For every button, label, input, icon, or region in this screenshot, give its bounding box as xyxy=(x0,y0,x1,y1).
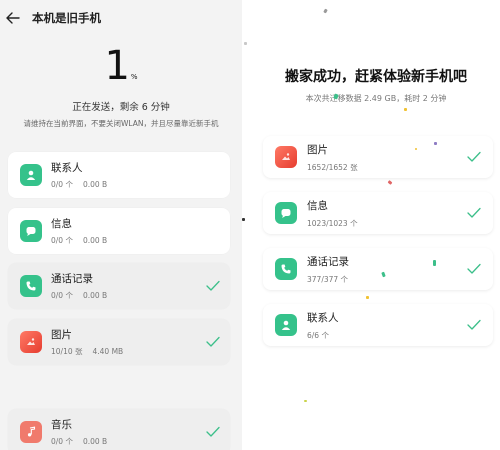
old-phone-panel: 本机是旧手机 1% 正在发送，剩余 6 分钟 请维持在当前界面，不要关闭WLAN… xyxy=(0,0,242,450)
item-meta: 10/10 张 4.40 MB xyxy=(51,347,124,356)
header: 本机是旧手机 xyxy=(6,9,101,27)
back-arrow-icon[interactable] xyxy=(6,10,22,26)
item-count: 377/377 个 xyxy=(307,275,349,284)
progress-percent: 1% xyxy=(0,40,242,92)
page-title: 本机是旧手机 xyxy=(32,11,101,25)
list-item-call-log: 通话记录 0/0 个 0.00 B xyxy=(8,263,230,309)
item-title: 音乐 xyxy=(51,419,72,431)
item-title: 通话记录 xyxy=(307,256,349,268)
item-title: 图片 xyxy=(51,329,72,341)
message-icon xyxy=(275,202,297,224)
new-phone-panel: 搬家成功，赶紧体验新手机吧 本次共迁移数据 2.49 GB，耗时 2 分钟 图片… xyxy=(242,0,500,450)
check-icon xyxy=(467,263,481,274)
percent-sign: % xyxy=(130,73,138,81)
result-item-photos: 图片 1652/1652 张 xyxy=(263,136,493,178)
sending-hint: 请维持在当前界面，不要关闭WLAN，并且尽量靠近新手机 xyxy=(23,119,219,128)
confetti-piece xyxy=(415,148,417,150)
list-item-photos: 图片 10/10 张 4.40 MB xyxy=(8,319,230,365)
check-icon xyxy=(467,207,481,218)
check-icon xyxy=(206,426,220,437)
photo-icon xyxy=(275,146,297,168)
check-icon xyxy=(206,336,220,347)
item-count: 6/6 个 xyxy=(307,331,329,340)
confetti-piece xyxy=(404,108,407,111)
confetti-piece xyxy=(304,400,307,402)
success-summary: 本次共迁移数据 2.49 GB，耗时 2 分钟 xyxy=(305,94,447,103)
result-item-call-log: 通话记录 377/377 个 xyxy=(263,248,493,290)
contact-icon xyxy=(275,314,297,336)
check-icon xyxy=(467,319,481,330)
music-icon xyxy=(20,421,42,443)
confetti-piece xyxy=(434,142,437,145)
item-title: 信息 xyxy=(51,218,72,230)
item-meta: 0/0 个 0.00 B xyxy=(51,437,108,446)
progress-value: 1 xyxy=(104,43,130,89)
item-title: 联系人 xyxy=(51,162,83,174)
contact-icon xyxy=(20,164,42,186)
list-item-music: 音乐 0/0 个 0.00 B xyxy=(8,409,230,450)
item-title: 联系人 xyxy=(307,312,339,324)
check-icon xyxy=(206,280,220,291)
list-item-contacts: 联系人 0/0 个 0.00 B xyxy=(8,152,230,198)
success-title: 搬家成功，赶紧体验新手机吧 xyxy=(285,69,467,85)
photo-icon xyxy=(20,331,42,353)
item-count: 1023/1023 个 xyxy=(307,219,358,228)
result-item-contacts: 联系人 6/6 个 xyxy=(263,304,493,346)
confetti-piece xyxy=(366,296,369,299)
confetti-piece xyxy=(244,42,247,45)
check-icon xyxy=(467,151,481,162)
confetti-piece xyxy=(323,8,328,14)
item-title: 图片 xyxy=(307,144,328,156)
confetti-piece xyxy=(387,180,393,185)
result-item-messages: 信息 1023/1023 个 xyxy=(263,192,493,234)
message-icon xyxy=(20,220,42,242)
item-meta: 0/0 个 0.00 B xyxy=(51,236,108,245)
item-count: 1652/1652 张 xyxy=(307,163,358,172)
item-meta: 0/0 个 0.00 B xyxy=(51,291,108,300)
item-meta: 0/0 个 0.00 B xyxy=(51,180,108,189)
phone-icon xyxy=(275,258,297,280)
phone-icon xyxy=(20,275,42,297)
confetti-piece xyxy=(433,260,436,266)
sending-status: 正在发送，剩余 6 分钟 xyxy=(72,102,170,113)
item-title: 通话记录 xyxy=(51,273,93,285)
item-title: 信息 xyxy=(307,200,328,212)
confetti-piece xyxy=(242,218,245,221)
list-item-messages: 信息 0/0 个 0.00 B xyxy=(8,208,230,254)
